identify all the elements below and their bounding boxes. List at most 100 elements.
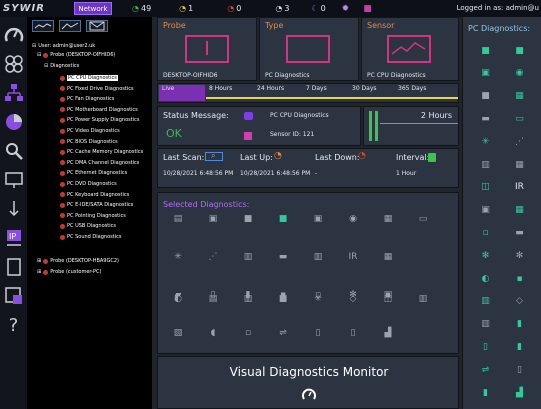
search-icon[interactable] (3, 140, 25, 162)
tree-diagnostic-item[interactable]: PC Ethernet Diagnostics (60, 170, 127, 176)
tab-network[interactable]: Network (74, 2, 112, 15)
range-7d[interactable]: 7 Days (306, 85, 327, 92)
usb-icon[interactable]: ⇌ (277, 327, 289, 339)
battery-icon[interactable]: ▯ (479, 340, 492, 353)
range-365d[interactable]: 365 Days (398, 85, 426, 92)
trend-view-icon[interactable] (59, 20, 81, 32)
chip-icon[interactable]: ■ (479, 44, 492, 57)
tree-diagnostic-item[interactable]: PC Keyboard Diagnostics (60, 192, 129, 198)
monitor-icon[interactable]: ▭ (513, 112, 526, 125)
help-icon[interactable]: ? (3, 314, 25, 336)
range-slider-track[interactable] (206, 97, 458, 99)
fan-icon[interactable]: ✻ (513, 249, 526, 262)
sensor-panel[interactable]: Sensor PC CPU Diagnostics (361, 17, 459, 81)
monitor-icon[interactable] (3, 169, 25, 191)
keyboard-icon[interactable]: ▦ (513, 158, 526, 171)
ram-icon[interactable]: ▥ (312, 251, 324, 263)
cpu-icon[interactable]: ▮ (513, 340, 526, 353)
port-icon[interactable]: ▧ (172, 327, 184, 339)
tree-diagnostic-item[interactable]: PC CPU Diagnostics (60, 75, 118, 81)
sparkle-icon[interactable]: ✳ (312, 293, 324, 305)
grid-icon[interactable]: ▦ (382, 251, 394, 263)
slot-icon[interactable]: ◫ (382, 293, 394, 305)
tree-diagnostic-item[interactable]: PC USB Diagnostics (60, 223, 116, 229)
tree-diagnostic-item[interactable]: PC E-IDE/SATA Diagnostics (60, 202, 133, 208)
tree-user[interactable]: ⊟ User: admin@user2.uk (32, 43, 95, 49)
tree-diagnostic-item[interactable]: PC Pointing Diagnostics (60, 213, 126, 219)
window-icon[interactable]: ▫ (479, 226, 492, 239)
drive-icon[interactable]: ▬ (479, 112, 492, 125)
tree-diagnostic-item[interactable]: PC BIOS Diagnostics (60, 139, 118, 145)
drive-icon[interactable]: ▬ (513, 226, 526, 239)
ir-icon[interactable]: IR (513, 181, 526, 194)
chart-view-icon[interactable] (32, 20, 54, 32)
chip-icon[interactable]: ■ (277, 293, 289, 305)
tree-diagnostic-item[interactable]: PC Video Diagnostics (60, 128, 120, 134)
ram-icon[interactable]: ▥ (479, 158, 492, 171)
sd-icon[interactable]: ▮ (513, 318, 526, 331)
stat-warning[interactable]: ◔ 1 (179, 4, 193, 13)
folder-icon[interactable]: ▣ (479, 67, 492, 80)
slot-icon[interactable]: ◫ (479, 181, 492, 194)
ip-icon[interactable]: IP (3, 227, 25, 249)
ram-icon[interactable]: ▥ (242, 293, 254, 305)
stat-down[interactable]: ◔ 0 (227, 4, 241, 13)
stat-paused[interactable]: ☾ 0 (311, 4, 325, 13)
tree-diagnostic-item[interactable]: PC DVD Diagnostics (60, 181, 117, 187)
chip-icon[interactable]: ■ (479, 90, 492, 103)
ram-icon[interactable]: ▥ (479, 318, 492, 331)
ram-icon[interactable]: ▥ (242, 251, 254, 263)
email-icon[interactable] (86, 20, 108, 32)
signal-icon[interactable]: ▟ (513, 386, 526, 399)
card-icon[interactable]: ▣ (479, 204, 492, 217)
scan-now-icon[interactable]: ⌕ (205, 151, 223, 161)
motherboard-icon[interactable]: ▦ (513, 90, 526, 103)
dvd-icon[interactable]: ◉ (347, 213, 359, 225)
tree-diagnostic-item[interactable]: PC Fixed Drive Diagnostics (60, 86, 134, 92)
calendar-icon[interactable]: ▤ (172, 213, 184, 225)
download-icon[interactable] (3, 198, 25, 220)
dvd-icon[interactable]: ◉ (513, 67, 526, 80)
probe-panel[interactable]: Probe DESKTOP-OIFHID6 (157, 17, 257, 81)
star-icon[interactable]: ✳ (479, 135, 492, 148)
fan-icon[interactable]: ✻ (479, 249, 492, 262)
tree-diagnostic-item[interactable]: PC Power Supply Diagnostics (60, 117, 139, 123)
multi-gauge-icon[interactable] (3, 53, 25, 75)
user-icon[interactable]: ■ (363, 4, 372, 14)
keyboard-icon[interactable]: ▬ (277, 251, 289, 263)
motherboard-icon[interactable]: ▦ (382, 213, 394, 225)
tree-probe-2[interactable]: ⊞ Probe (DESKTOP-HBA9GC2) (37, 258, 119, 264)
tree-probe-3[interactable]: ⊞ Probe (customer-PC) (37, 269, 101, 275)
tree-diagnostic-item[interactable]: PC Fan Diagnostics (60, 96, 114, 102)
tree-probe-1[interactable]: ⊟ Probe (DESKTOP-OIFHID6) (37, 52, 115, 58)
pie-chart-icon[interactable] (3, 111, 25, 133)
ir-icon[interactable]: IR (347, 251, 359, 263)
tree-diagnostic-item[interactable]: PC Sound Diagnostics (60, 234, 121, 240)
grid-icon[interactable]: ▦ (513, 204, 526, 217)
folder-icon[interactable]: ▣ (207, 213, 219, 225)
pci-icon[interactable]: ▥ (417, 293, 429, 305)
stat-up[interactable]: ◔ 49 (132, 4, 151, 13)
diamond-icon[interactable]: ◇ (347, 293, 359, 305)
tape-icon[interactable]: ▤ (207, 293, 219, 305)
folder-icon[interactable]: ▣ (312, 213, 324, 225)
cpu-icon[interactable]: ▫ (242, 327, 254, 339)
pci-icon[interactable]: ▥ (479, 295, 492, 308)
speaker-icon[interactable]: ◖ (207, 327, 219, 339)
dashboard-gauge-icon[interactable] (3, 24, 25, 46)
network-icon[interactable]: ⋰ (513, 135, 526, 148)
range-live[interactable]: Live (162, 85, 174, 92)
stat-unknown[interactable]: ◔ 3 (275, 4, 289, 13)
disk-icon[interactable]: ▪ (513, 272, 526, 285)
mouse-icon[interactable]: ▯ (513, 363, 526, 376)
monitor-icon[interactable]: ▭ (417, 213, 429, 225)
range-8h[interactable]: 8 Hours (209, 85, 232, 92)
network-map-icon[interactable] (3, 82, 25, 104)
signal-icon[interactable]: ▟ (382, 327, 394, 339)
range-30d[interactable]: 30 Days (352, 85, 377, 92)
tree-diagnostic-item[interactable]: PC Cache Memory Diagnostics (60, 149, 143, 155)
chip-icon[interactable]: ■ (513, 44, 526, 57)
tree-diagnostic-item[interactable]: PC DMA Channel Diagnostics (60, 160, 139, 166)
type-panel[interactable]: Type PC Diagnostics (259, 17, 359, 81)
tree-diagnostics[interactable]: ⊟ Diagnostics (44, 63, 79, 69)
